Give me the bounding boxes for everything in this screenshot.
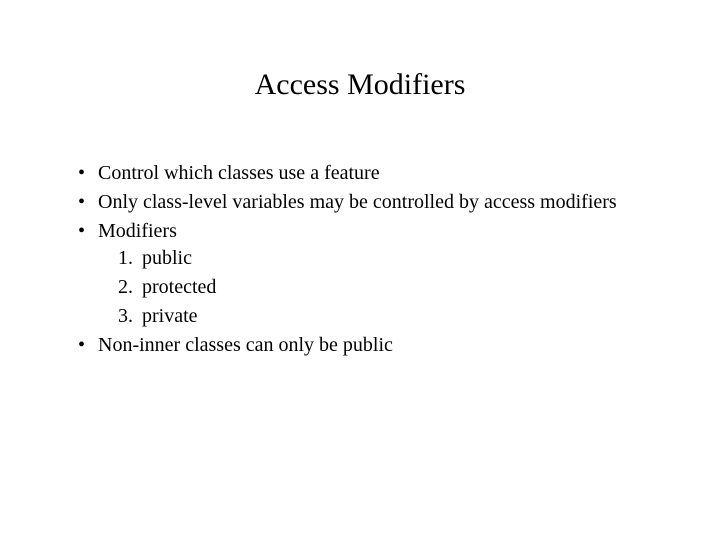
list-item: public xyxy=(118,245,660,272)
slide-title: Access Modifiers xyxy=(60,68,660,102)
bullet-list: Control which classes use a feature Only… xyxy=(60,160,660,359)
list-item: protected xyxy=(118,274,660,301)
list-item: private xyxy=(118,303,660,330)
list-item: Non-inner classes can only be public xyxy=(78,332,660,359)
numbered-list: public protected private xyxy=(98,245,660,330)
slide-body: Control which classes use a feature Only… xyxy=(60,160,660,359)
list-item-label: Modifiers xyxy=(98,220,177,242)
list-item: Only class-level variables may be contro… xyxy=(78,189,660,216)
list-item: Control which classes use a feature xyxy=(78,160,660,187)
list-item: Modifiers public protected private xyxy=(78,218,660,330)
